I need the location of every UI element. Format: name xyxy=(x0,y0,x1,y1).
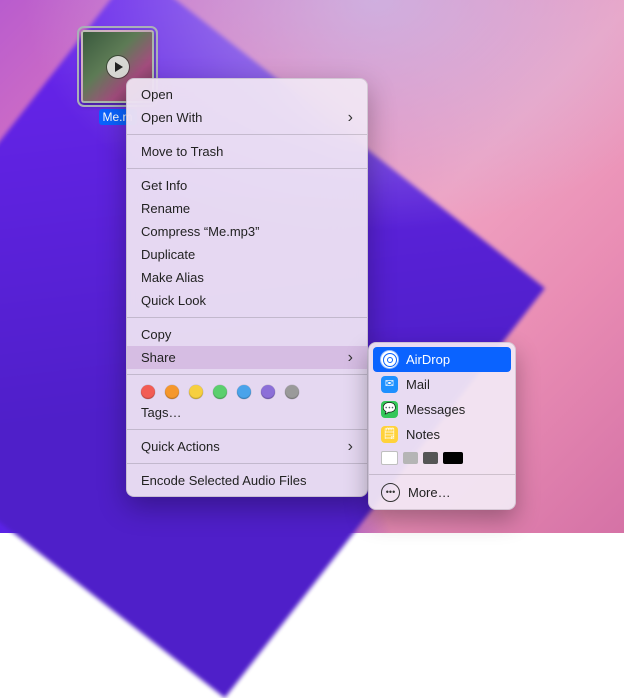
airdrop-icon xyxy=(381,351,398,368)
menu-tags-label: Tags… xyxy=(141,404,181,421)
menu-open-label: Open xyxy=(141,86,173,103)
separator xyxy=(127,134,367,135)
menu-copy[interactable]: Copy xyxy=(127,323,367,346)
menu-encode-label: Encode Selected Audio Files xyxy=(141,472,307,489)
tags-row xyxy=(127,380,367,401)
swatch-white[interactable] xyxy=(381,451,398,465)
menu-get-info[interactable]: Get Info xyxy=(127,174,367,197)
play-icon xyxy=(107,56,129,78)
share-messages[interactable]: 💬 Messages xyxy=(369,397,515,422)
tag-blue[interactable] xyxy=(237,385,251,399)
menu-tags[interactable]: Tags… xyxy=(127,401,367,424)
share-more-label: More… xyxy=(408,483,451,502)
menu-open-with-label: Open With xyxy=(141,109,202,126)
tag-orange[interactable] xyxy=(165,385,179,399)
separator xyxy=(127,374,367,375)
notes-icon: 🗒 xyxy=(381,426,398,443)
menu-compress-label: Compress “Me.mp3” xyxy=(141,223,259,240)
menu-quick-actions[interactable]: Quick Actions xyxy=(127,435,367,458)
share-notes-label: Notes xyxy=(406,425,440,444)
share-notes[interactable]: 🗒 Notes xyxy=(369,422,515,447)
separator xyxy=(127,463,367,464)
separator xyxy=(127,168,367,169)
mail-icon: ✉ xyxy=(381,376,398,393)
tag-yellow[interactable] xyxy=(189,385,203,399)
menu-quick-look-label: Quick Look xyxy=(141,292,206,309)
more-icon: ••• xyxy=(381,483,400,502)
menu-quick-actions-label: Quick Actions xyxy=(141,438,220,455)
share-messages-label: Messages xyxy=(406,400,465,419)
share-more[interactable]: ••• More… xyxy=(369,480,515,505)
tag-purple[interactable] xyxy=(261,385,275,399)
tag-red[interactable] xyxy=(141,385,155,399)
menu-make-alias-label: Make Alias xyxy=(141,269,204,286)
menu-encode-audio[interactable]: Encode Selected Audio Files xyxy=(127,469,367,492)
share-mail-label: Mail xyxy=(406,375,430,394)
swatch-darkgray[interactable] xyxy=(423,452,438,464)
context-menu: Open Open With Move to Trash Get Info Re… xyxy=(126,78,368,497)
share-swatch-row[interactable] xyxy=(369,447,515,469)
menu-open[interactable]: Open xyxy=(127,83,367,106)
menu-share[interactable]: Share xyxy=(127,346,367,369)
tag-gray[interactable] xyxy=(285,385,299,399)
menu-move-to-trash-label: Move to Trash xyxy=(141,143,223,160)
menu-share-label: Share xyxy=(141,349,176,366)
menu-make-alias[interactable]: Make Alias xyxy=(127,266,367,289)
messages-icon: 💬 xyxy=(381,401,398,418)
separator xyxy=(127,317,367,318)
menu-move-to-trash[interactable]: Move to Trash xyxy=(127,140,367,163)
menu-compress[interactable]: Compress “Me.mp3” xyxy=(127,220,367,243)
share-submenu: AirDrop ✉ Mail 💬 Messages 🗒 Notes ••• Mo… xyxy=(368,342,516,510)
menu-open-with[interactable]: Open With xyxy=(127,106,367,129)
separator xyxy=(369,474,515,475)
menu-copy-label: Copy xyxy=(141,326,171,343)
menu-duplicate[interactable]: Duplicate xyxy=(127,243,367,266)
swatch-lightgray[interactable] xyxy=(403,452,418,464)
share-airdrop-label: AirDrop xyxy=(406,350,450,369)
menu-rename[interactable]: Rename xyxy=(127,197,367,220)
swatch-black[interactable] xyxy=(443,452,463,464)
menu-rename-label: Rename xyxy=(141,200,190,217)
share-mail[interactable]: ✉ Mail xyxy=(369,372,515,397)
tag-green[interactable] xyxy=(213,385,227,399)
menu-duplicate-label: Duplicate xyxy=(141,246,195,263)
share-airdrop[interactable]: AirDrop xyxy=(373,347,511,372)
separator xyxy=(127,429,367,430)
menu-get-info-label: Get Info xyxy=(141,177,187,194)
menu-quick-look[interactable]: Quick Look xyxy=(127,289,367,312)
